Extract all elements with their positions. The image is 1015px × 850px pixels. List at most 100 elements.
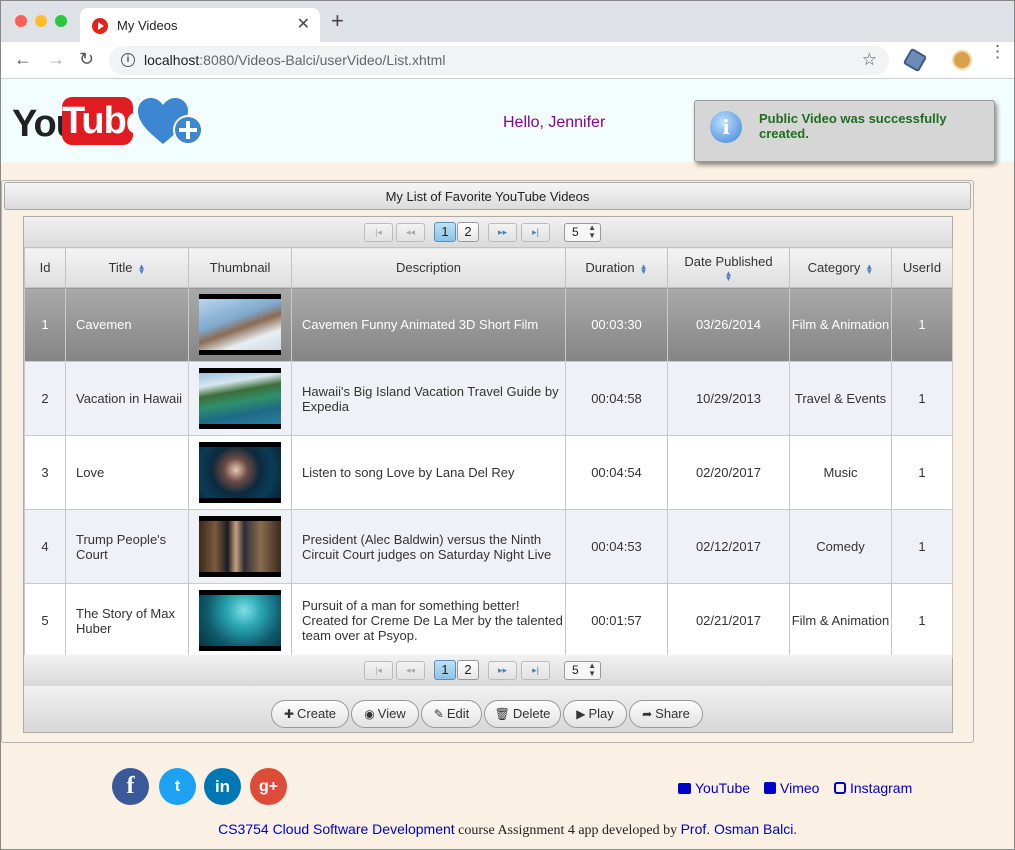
column-header-category[interactable]: Category ▲ ▼ <box>789 247 892 288</box>
next-page-button[interactable]: ▸▸ <box>488 223 517 242</box>
cell-id: 1 <box>24 287 66 362</box>
rows-per-page-select[interactable]: 5 ▲ ▼ <box>564 223 601 242</box>
paginator-top: |◂ ◂◂ 1 2 ▸▸ ▸| 5 ▲ ▼ <box>24 217 952 248</box>
new-tab-button[interactable]: + <box>331 10 344 32</box>
cell-title: Vacation in Hawaii <box>65 361 189 436</box>
facebook-icon[interactable]: f <box>112 768 149 805</box>
youtube-link[interactable]: YouTube <box>678 780 750 796</box>
cell-description: President (Alec Baldwin) versus the Nint… <box>291 509 566 584</box>
twitter-icon[interactable]: t <box>159 768 196 805</box>
prev-page-button[interactable]: ◂◂ <box>396 223 425 242</box>
favorite-heart-plus-icon <box>138 98 203 145</box>
cell-thumbnail[interactable] <box>188 583 292 658</box>
cell-duration: 00:01:57 <box>565 583 668 658</box>
video-thumbnail-image[interactable] <box>199 516 281 577</box>
rows-per-page-select[interactable]: 5 ▲ ▼ <box>564 661 601 680</box>
footer-credit: CS3754 Cloud Software Development course… <box>0 821 1015 839</box>
video-table: Id Title ▲ ▼ Thumbnail Description Duratio… <box>24 247 953 658</box>
forward-icon[interactable]: → <box>47 50 65 68</box>
video-thumbnail-image[interactable] <box>199 442 281 503</box>
play-button[interactable]: ▶ Play <box>563 700 627 728</box>
sort-icon[interactable]: ▲ ▼ <box>138 262 146 275</box>
page-1-button[interactable]: 1 <box>434 660 456 680</box>
next-page-button[interactable]: ▸▸ <box>488 661 517 680</box>
table-row[interactable]: 1 Cavemen Cavemen Funny Animated 3D Shor… <box>24 287 953 362</box>
course-link[interactable]: CS3754 Cloud Software Development <box>218 821 455 837</box>
cell-thumbnail[interactable] <box>188 287 292 362</box>
browser-menu-icon[interactable]: ⋮ <box>989 43 1006 60</box>
sort-icon[interactable]: ▲ ▼ <box>725 270 733 283</box>
column-header-description: Description <box>291 247 566 288</box>
info-icon: i <box>710 111 742 143</box>
page-2-button[interactable]: 2 <box>457 660 479 680</box>
cell-id: 4 <box>24 509 66 584</box>
video-thumbnail-image[interactable] <box>199 368 281 429</box>
create-button[interactable]: ✚ Create <box>271 700 349 728</box>
table-row[interactable]: 4 Trump People's Court President (Alec B… <box>24 509 953 584</box>
site-info-icon[interactable]: i <box>121 53 135 67</box>
success-notification[interactable]: i Public Video was successfully created. <box>694 100 995 162</box>
view-button[interactable]: ◉ View <box>351 700 419 728</box>
maximize-window-button[interactable] <box>55 15 67 27</box>
last-page-button[interactable]: ▸| <box>521 223 550 242</box>
action-toolbar: ✚ Create ◉ View ✎ Edit 🗑 Delete ▶ Play ➦ Share <box>24 686 952 732</box>
address-bar[interactable]: i localhost:8080/Videos-Balci/userVideo/… <box>109 46 889 75</box>
cell-category: Comedy <box>789 509 892 584</box>
edit-button[interactable]: ✎ Edit <box>421 700 482 728</box>
instagram-link[interactable]: Instagram <box>834 780 912 796</box>
close-window-button[interactable] <box>15 15 27 27</box>
share-button[interactable]: ➦ Share <box>629 700 703 728</box>
browser-toolbar: ← → ↻ i localhost:8080/Videos-Balci/user… <box>1 42 1014 79</box>
cell-description: Listen to song Love by Lana Del Rey <box>291 435 566 510</box>
cell-title: Cavemen <box>65 287 189 362</box>
video-thumbnail-image[interactable] <box>199 294 281 355</box>
prev-page-button[interactable]: ◂◂ <box>396 661 425 680</box>
cell-id: 5 <box>24 583 66 658</box>
trash-icon: 🗑 <box>494 707 510 721</box>
column-header-thumbnail: Thumbnail <box>188 247 292 288</box>
minimize-window-button[interactable] <box>35 15 47 27</box>
linkedin-icon[interactable]: in <box>204 768 241 805</box>
table-row[interactable]: 2 Vacation in Hawaii Hawaii's Big Island… <box>24 361 953 436</box>
cell-description: Pursuit of a man for something better! C… <box>291 583 566 658</box>
sort-icon[interactable]: ▲ ▼ <box>865 262 873 275</box>
youtube-favicon-icon <box>92 18 108 34</box>
googleplus-icon[interactable]: g+ <box>250 768 287 805</box>
last-page-button[interactable]: ▸| <box>521 661 550 680</box>
cell-date: 02/12/2017 <box>667 509 790 584</box>
back-icon[interactable]: ← <box>14 50 32 68</box>
cell-userid: 1 <box>891 583 953 658</box>
video-thumbnail-image[interactable] <box>199 590 281 651</box>
author-link[interactable]: Prof. Osman Balci <box>681 821 794 837</box>
column-header-duration[interactable]: Duration ▲ ▼ <box>565 247 668 288</box>
cell-description: Cavemen Funny Animated 3D Short Film <box>291 287 566 362</box>
cell-date: 10/29/2013 <box>667 361 790 436</box>
cell-thumbnail[interactable] <box>188 361 292 436</box>
cell-title: Trump People's Court <box>65 509 189 584</box>
page-2-button[interactable]: 2 <box>457 222 479 242</box>
greeting-text: Hello, Jennifer <box>503 114 606 131</box>
plus-icon: ✚ <box>283 707 295 721</box>
browser-tab[interactable]: My Videos ✕ <box>80 8 320 43</box>
first-page-button[interactable]: |◂ <box>364 661 393 680</box>
close-tab-icon[interactable]: ✕ <box>297 14 310 34</box>
reload-icon[interactable]: ↻ <box>79 50 94 68</box>
table-row[interactable]: 5 The Story of Max Huber Pursuit of a ma… <box>24 583 953 658</box>
extension-cube-icon[interactable] <box>902 47 928 73</box>
cell-thumbnail[interactable] <box>188 435 292 510</box>
table-row[interactable]: 3 Love Listen to song Love by Lana Del R… <box>24 435 953 510</box>
vimeo-link[interactable]: Vimeo <box>764 780 819 796</box>
sort-icon[interactable]: ▲ ▼ <box>640 262 648 275</box>
cell-thumbnail[interactable] <box>188 509 292 584</box>
bookmark-star-icon[interactable]: ☆ <box>862 50 877 70</box>
table-header-row: Id Title ▲ ▼ Thumbnail Description Duratio… <box>24 247 953 288</box>
delete-button[interactable]: 🗑 Delete <box>484 700 561 728</box>
page-1-button[interactable]: 1 <box>434 222 456 242</box>
first-page-button[interactable]: |◂ <box>364 223 393 242</box>
credit-period: . <box>793 823 797 838</box>
profile-avatar[interactable] <box>952 50 972 70</box>
cell-category: Music <box>789 435 892 510</box>
cell-id: 2 <box>24 361 66 436</box>
column-header-date-published[interactable]: Date Published ▲ ▼ <box>667 247 790 288</box>
column-header-title[interactable]: Title ▲ ▼ <box>65 247 189 288</box>
